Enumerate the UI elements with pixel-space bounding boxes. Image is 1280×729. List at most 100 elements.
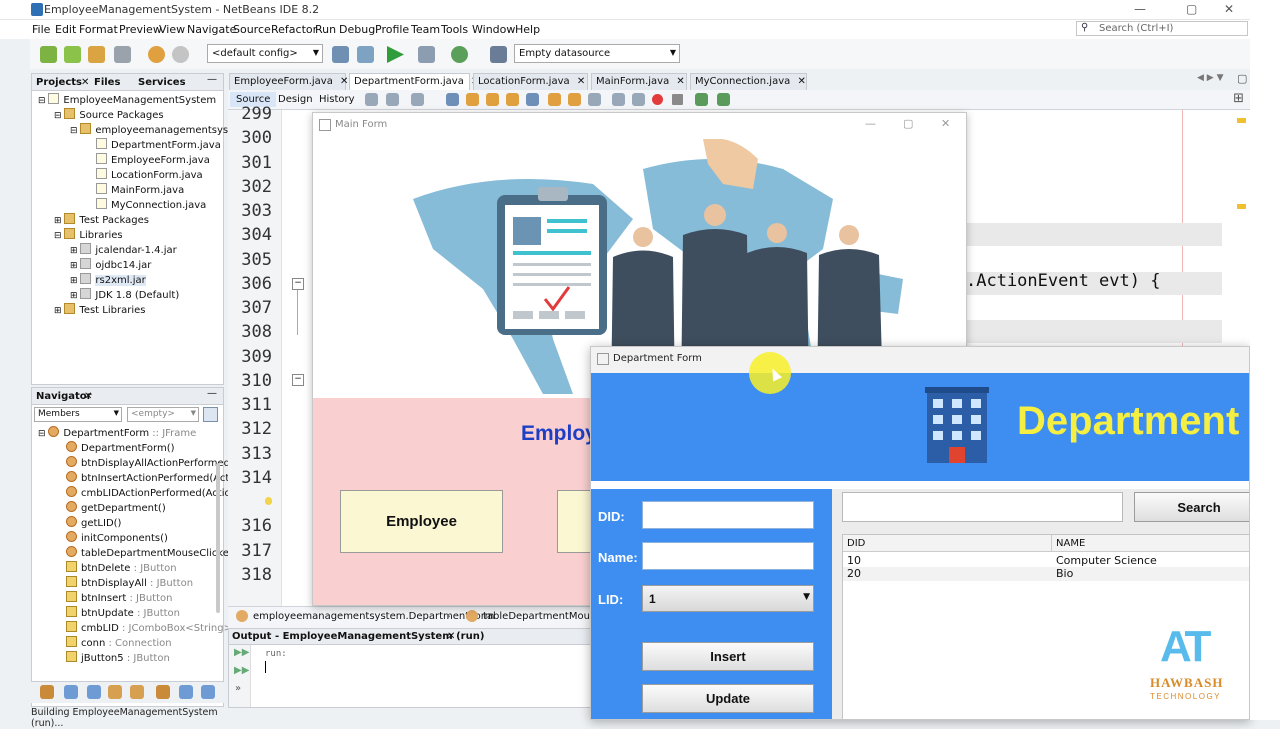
collapse-icon[interactable] [201,685,215,699]
expand-icon[interactable]: ⊞ [70,291,80,301]
toggle-highlight-icon[interactable] [506,93,519,106]
clean-build-icon[interactable] [357,46,374,63]
navigator-item[interactable]: btnInsertActionPerformed(Actio [66,471,238,484]
tree-item[interactable]: ⊞ Test Packages [54,213,149,226]
navigator-item[interactable]: tableDepartmentMouseClicked( [66,546,239,559]
navigator-item[interactable]: cmbLID : JComboBox<String> [66,621,232,634]
minimize-button[interactable]: — [865,117,876,130]
minimize-panel-icon[interactable]: — [207,74,217,85]
menu-source[interactable]: Source [233,23,271,36]
tab-employee-form[interactable]: EmployeeForm.java ✕ [229,73,348,90]
close-icon[interactable]: ✕ [797,76,805,87]
tab-files[interactable]: Files [94,77,120,88]
last-edit-icon[interactable] [365,93,378,106]
check-icon[interactable] [695,93,708,106]
tab-main-form[interactable]: MainForm.java ✕ [591,73,687,90]
collapse-icon[interactable]: ⊟ [54,231,64,241]
expand-icon[interactable]: ⊞ [70,246,80,256]
navigator-item[interactable]: btnUpdate : JButton [66,606,180,619]
menu-window[interactable]: Window [472,23,515,36]
tree-item[interactable]: ⊞ rs2xml.jar [70,273,146,286]
tree-item[interactable]: ⊞ JDK 1.8 (Default) [70,288,179,301]
redo-icon[interactable] [172,46,189,63]
shift-left-icon[interactable] [588,93,601,106]
search-button[interactable]: Search [1134,492,1249,522]
profile-icon[interactable] [451,46,468,63]
save-all-icon[interactable] [114,46,131,63]
close-icon[interactable]: ✕ [84,391,92,402]
navigator-item[interactable]: initComponents() [66,531,168,544]
find-icon[interactable] [446,93,459,106]
navigator-item[interactable]: btnDelete : JButton [66,561,177,574]
navigator-item[interactable]: conn : Connection [66,636,172,649]
config-select[interactable]: <default config> ▼ [207,44,323,63]
tab-department-form[interactable]: DepartmentForm.java ✕ [349,73,479,90]
did-input[interactable] [642,501,814,529]
tree-item[interactable]: ⊞ ojdbc14.jar [70,258,151,271]
inherited-filter-icon[interactable] [130,685,144,699]
find-next-icon[interactable] [486,93,499,106]
navigator-item[interactable]: btnDisplayAllActionPerformed(A [66,456,241,469]
maximize-button[interactable]: ▢ [903,117,913,130]
navigator-scrollbar[interactable] [216,463,220,613]
sort-icon[interactable] [40,685,54,699]
start-macro-icon[interactable] [652,94,663,105]
undo-icon[interactable] [148,46,165,63]
menu-file[interactable]: File [32,23,50,36]
collapse-icon[interactable]: ⊟ [70,126,80,136]
fold-collapse-icon[interactable]: − [292,278,304,290]
search-box[interactable]: ⚲ Search (Ctrl+I) [1076,21,1248,36]
navigator-options-icon[interactable] [203,407,218,422]
datasource-select[interactable]: Empty datasource ▼ [514,44,680,63]
lightbulb-icon[interactable] [265,497,272,505]
table-row[interactable]: 20 Bio [843,567,1249,581]
tab-design[interactable]: Design [278,94,313,105]
close-icon[interactable]: ✕ [447,631,455,642]
new-project-icon[interactable] [64,46,81,63]
breadcrumb-class[interactable]: employeemanagementsystem.DepartmentForm [253,611,494,622]
column-header-name[interactable]: NAME [1052,535,1249,552]
prev-bookmark-icon[interactable] [548,93,561,106]
minimize-button[interactable]: — [1134,2,1146,16]
output-caret[interactable] [265,661,266,673]
expand-icon[interactable]: ⊞ [70,276,80,286]
maximize-editor-icon[interactable]: ▢ [1237,72,1247,85]
minimize-panel-icon[interactable]: — [207,388,217,399]
expand-icon[interactable]: ⊞ [54,216,64,226]
datasource-icon[interactable] [490,46,507,63]
members-icon[interactable] [156,685,170,699]
build-icon[interactable] [332,46,349,63]
employee-button[interactable]: Employee [340,490,503,553]
navigator-item[interactable]: getDepartment() [66,501,166,514]
tab-location-form[interactable]: LocationForm.java ✕ [473,73,588,90]
menu-refactor[interactable]: Refactor [271,23,317,36]
navigator-item[interactable]: getLID() [66,516,121,529]
menu-preview[interactable]: Preview [119,23,162,36]
close-button[interactable]: ✕ [941,117,950,130]
search-input[interactable] [842,492,1123,522]
lid-select[interactable]: 1 ▼ [642,585,814,612]
more-icon[interactable]: » [235,683,241,694]
fold-collapse-icon[interactable]: − [292,374,304,386]
close-icon[interactable]: ✕ [577,76,585,87]
navigator-item[interactable]: DepartmentForm() [66,441,175,454]
menu-edit[interactable]: Edit [55,23,76,36]
toggle-bookmark-icon[interactable] [526,93,539,106]
tree-item[interactable]: DepartmentForm.java [96,138,221,151]
menu-team[interactable]: Team [411,23,440,36]
empty-filter-select[interactable]: <empty> ▼ [127,407,199,422]
expand-icon[interactable] [179,685,193,699]
column-header-did[interactable]: DID [843,535,1052,552]
expand-icon[interactable]: ⊞ [70,261,80,271]
next-bookmark-icon[interactable] [568,93,581,106]
tree-item[interactable]: ⊟ EmployeeManagementSystem [38,93,216,106]
tab-my-connection[interactable]: MyConnection.java ✕ [690,73,807,90]
close-icon[interactable]: ✕ [81,77,89,88]
fields-filter-icon[interactable] [64,685,78,699]
navigator-item[interactable]: btnDisplayAll : JButton [66,576,193,589]
close-button[interactable]: ✕ [1224,2,1234,16]
run-icon[interactable] [387,46,404,63]
back-icon[interactable] [386,93,399,106]
tree-item[interactable]: ⊟ Source Packages [54,108,164,121]
validate-icon[interactable] [717,93,730,106]
